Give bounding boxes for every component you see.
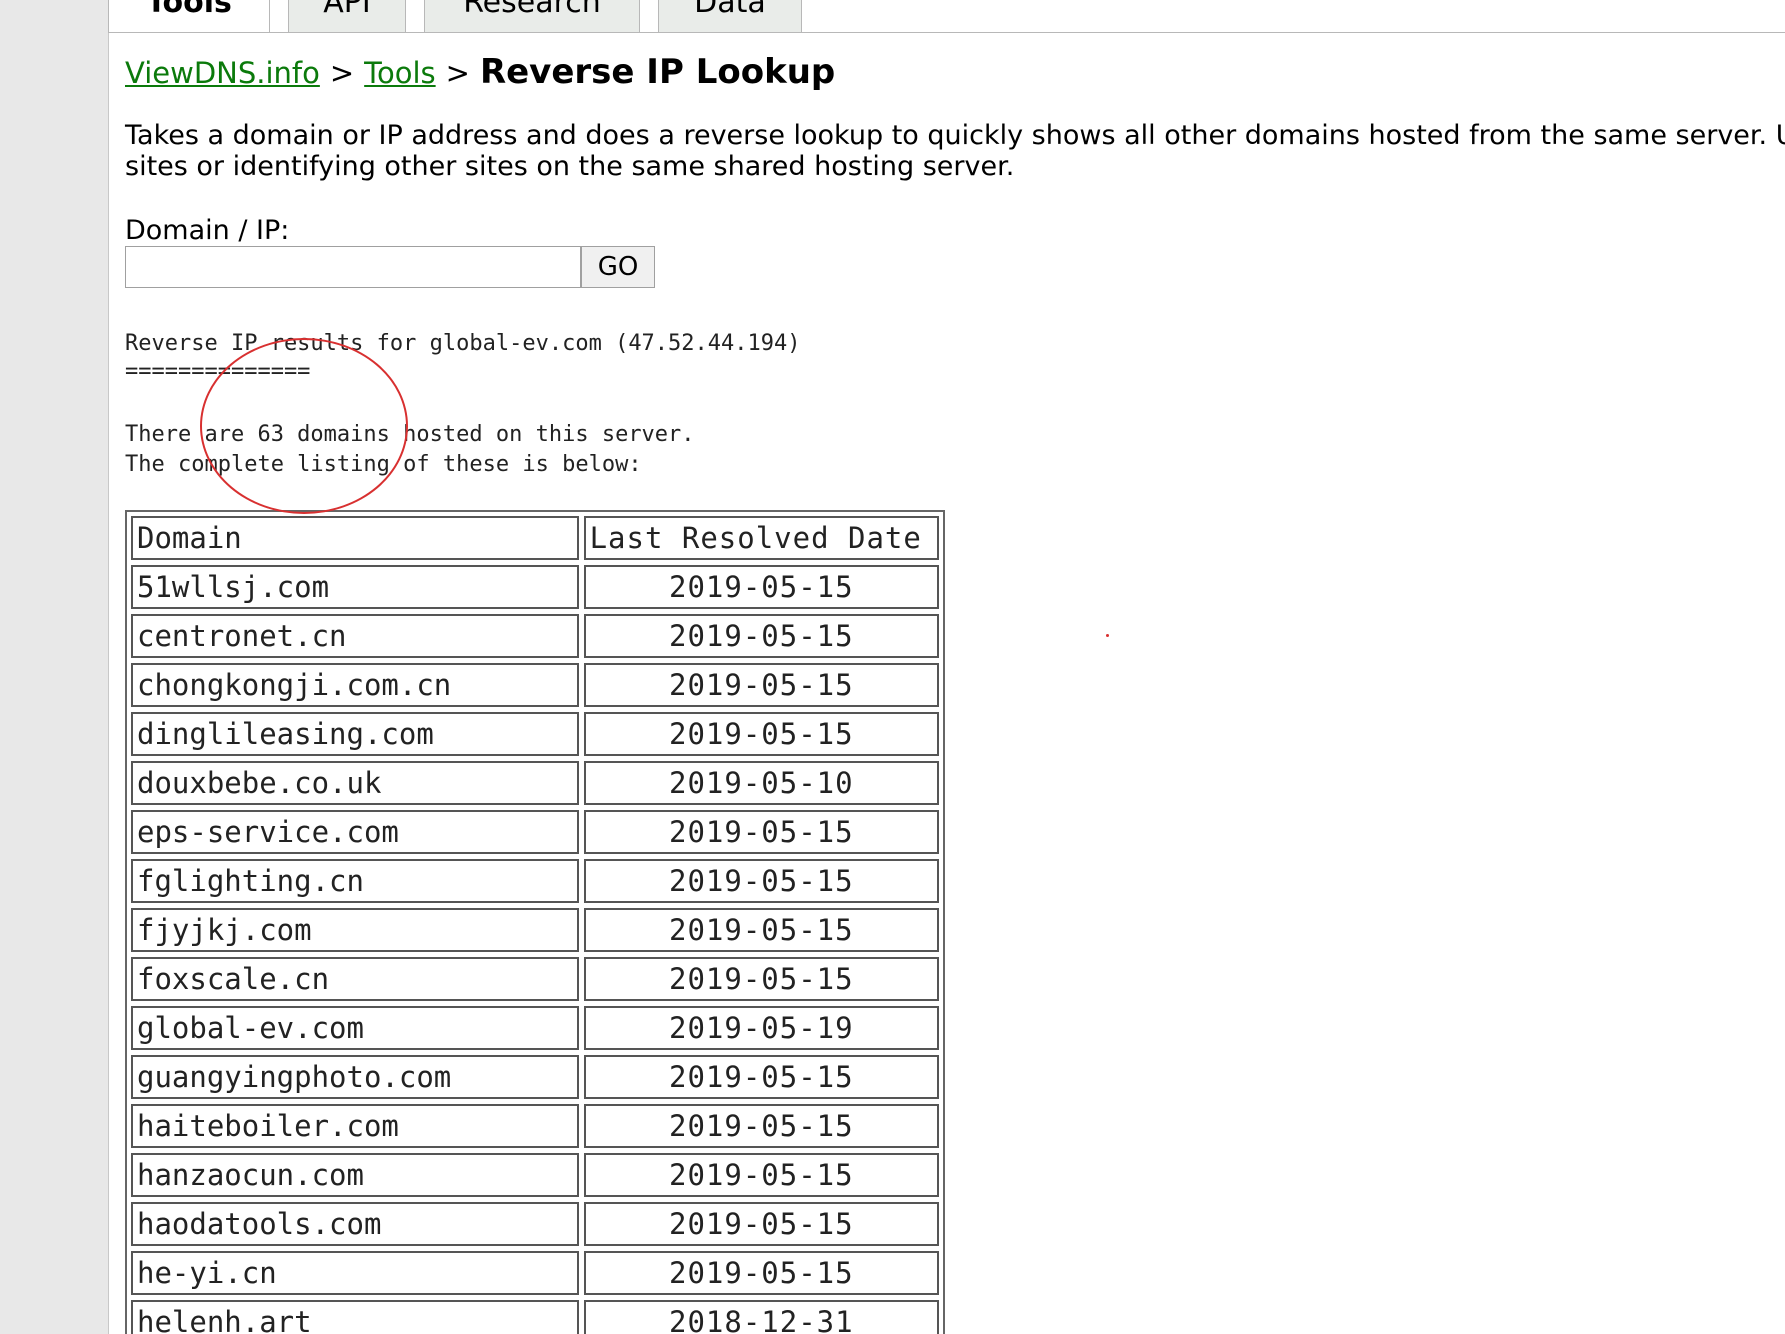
last-resolved-cell: 2019-05-15 <box>583 859 939 903</box>
results-table-container: Domain Last Resolved Date 51wllsj.com 201… <box>125 510 945 1334</box>
domain-cell: douxbebe.co.uk <box>131 761 579 805</box>
go-button[interactable]: GO <box>581 246 655 288</box>
description-line-1: Takes a domain or IP address and does a … <box>125 120 1785 151</box>
domain-cell: hanzaocun.com <box>131 1153 579 1197</box>
left-gutter <box>0 0 108 1334</box>
last-resolved-cell: 2019-05-15 <box>583 565 939 609</box>
annotation-circle <box>200 338 408 514</box>
table-header-row: Domain Last Resolved Date <box>131 516 939 560</box>
last-resolved-cell: 2019-05-15 <box>583 1153 939 1197</box>
table-row: foxscale.cn 2019-05-15 <box>131 957 939 1001</box>
top-tab-bar: Tools API Research Data <box>108 0 1785 33</box>
tab-api-label: API <box>323 0 371 20</box>
breadcrumb-tools-link[interactable]: Tools <box>364 56 435 90</box>
tab-research-label: Research <box>463 0 601 20</box>
description-line-2: sites or identifying other sites on the … <box>125 151 1015 182</box>
tab-data-label: Data <box>694 0 766 20</box>
domain-cell: centronet.cn <box>131 614 579 658</box>
last-resolved-cell: 2019-05-15 <box>583 1251 939 1295</box>
table-row: dinglileasing.com 2019-05-15 <box>131 712 939 756</box>
table-row: fjyjkj.com 2019-05-15 <box>131 908 939 952</box>
table-row: helenh.art 2018-12-31 <box>131 1300 939 1334</box>
last-resolved-cell: 2019-05-10 <box>583 761 939 805</box>
table-row: guangyingphoto.com 2019-05-15 <box>131 1055 939 1099</box>
results-table: Domain Last Resolved Date 51wllsj.com 201… <box>126 511 944 1334</box>
domain-ip-input[interactable] <box>125 246 581 288</box>
table-row: haodatools.com 2019-05-15 <box>131 1202 939 1246</box>
breadcrumb-separator: > <box>329 56 355 90</box>
table-row: centronet.cn 2019-05-15 <box>131 614 939 658</box>
tab-tools[interactable]: Tools <box>108 0 270 32</box>
domain-cell: guangyingphoto.com <box>131 1055 579 1099</box>
domain-cell: haiteboiler.com <box>131 1104 579 1148</box>
domain-cell: 51wllsj.com <box>131 565 579 609</box>
domain-cell: helenh.art <box>131 1300 579 1334</box>
last-resolved-cell: 2019-05-15 <box>583 908 939 952</box>
last-resolved-cell: 2019-05-15 <box>583 614 939 658</box>
last-resolved-cell: 2019-05-15 <box>583 1104 939 1148</box>
table-row: global-ev.com 2019-05-19 <box>131 1006 939 1050</box>
annotation-dot <box>1106 634 1109 637</box>
tab-data[interactable]: Data <box>658 0 802 32</box>
column-header-last-resolved: Last Resolved Date <box>583 516 939 560</box>
domain-cell: haodatools.com <box>131 1202 579 1246</box>
results-heading: Reverse IP results for global-ev.com (47… <box>125 331 801 356</box>
last-resolved-cell: 2019-05-15 <box>583 1202 939 1246</box>
domain-cell: dinglileasing.com <box>131 712 579 756</box>
tab-api[interactable]: API <box>288 0 406 32</box>
table-row: eps-service.com 2019-05-15 <box>131 810 939 854</box>
tool-description: Takes a domain or IP address and does a … <box>125 120 1785 182</box>
table-row: hanzaocun.com 2019-05-15 <box>131 1153 939 1197</box>
last-resolved-cell: 2019-05-19 <box>583 1006 939 1050</box>
last-resolved-cell: 2019-05-15 <box>583 810 939 854</box>
domain-cell: eps-service.com <box>131 810 579 854</box>
domain-cell: foxscale.cn <box>131 957 579 1001</box>
domain-ip-label: Domain / IP: <box>125 215 290 246</box>
table-row: chongkongji.com.cn 2019-05-15 <box>131 663 939 707</box>
column-header-domain: Domain <box>131 516 579 560</box>
breadcrumb-separator: > <box>445 56 470 90</box>
last-resolved-cell: 2019-05-15 <box>583 957 939 1001</box>
domain-cell: global-ev.com <box>131 1006 579 1050</box>
table-row: he-yi.cn 2019-05-15 <box>131 1251 939 1295</box>
domain-cell: he-yi.cn <box>131 1251 579 1295</box>
page-title: Reverse IP Lookup <box>479 52 836 92</box>
last-resolved-cell: 2018-12-31 <box>583 1300 939 1334</box>
domain-cell: fjyjkj.com <box>131 908 579 952</box>
tab-research[interactable]: Research <box>424 0 640 32</box>
table-row: 51wllsj.com 2019-05-15 <box>131 565 939 609</box>
last-resolved-cell: 2019-05-15 <box>583 712 939 756</box>
last-resolved-cell: 2019-05-15 <box>583 1055 939 1099</box>
table-row: fglighting.cn 2019-05-15 <box>131 859 939 903</box>
results-table-body: 51wllsj.com 2019-05-15 centronet.cn 2019-05… <box>131 565 939 1334</box>
table-row: haiteboiler.com 2019-05-15 <box>131 1104 939 1148</box>
domain-cell: fglighting.cn <box>131 859 579 903</box>
breadcrumb-home-link[interactable]: ViewDNS.info <box>125 56 320 90</box>
last-resolved-cell: 2019-05-15 <box>583 663 939 707</box>
breadcrumb: ViewDNS.info > Tools > Reverse IP Lookup <box>125 52 835 93</box>
tab-tools-label: Tools <box>146 0 232 20</box>
domain-cell: chongkongji.com.cn <box>131 663 579 707</box>
table-row: douxbebe.co.uk 2019-05-10 <box>131 761 939 805</box>
